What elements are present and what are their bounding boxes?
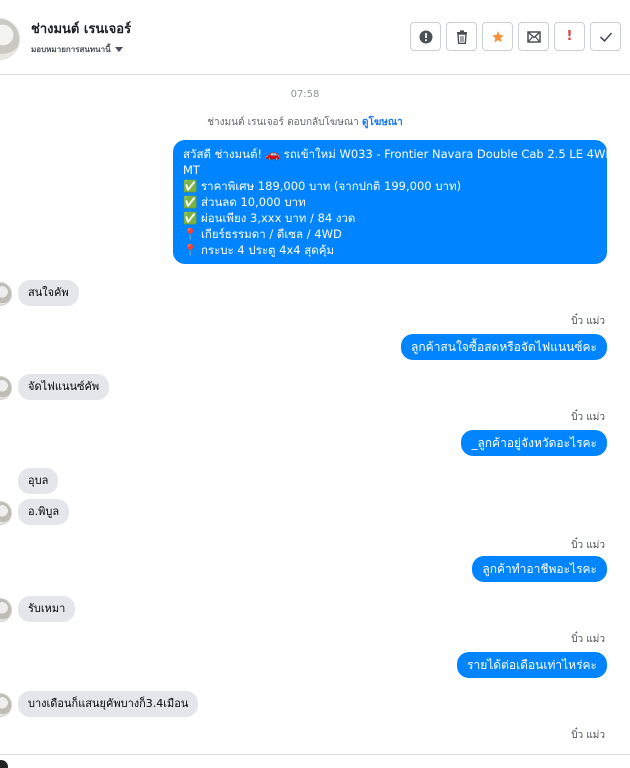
spam-button[interactable]: !: [554, 22, 585, 51]
mail-icon: [526, 30, 541, 43]
contact-avatar[interactable]: [0, 18, 20, 60]
agent-name-label: บิ๋ว แม่ว: [571, 730, 605, 741]
mark-done-button[interactable]: [590, 22, 621, 51]
agent-name-label: บิ๋ว แม่ว: [571, 540, 605, 551]
ad-reply-text: ช่างมนต์ เรนเจอร์ ตอบกลับโฆษณา: [207, 117, 359, 128]
incoming-message[interactable]: บางเดือนก็แสนยุคัพบางก็3.4เมือน: [18, 691, 199, 717]
sender-avatar[interactable]: [0, 693, 12, 717]
ad-message-line: สวัสดี ช่างมนต์! 🚗 รถเข้าใหม่ W033 - Fro…: [183, 147, 615, 161]
ad-reply-notice: ช่างมนต์ เรนเจอร์ ตอบกลับโฆษณา ดูโฆษณา: [0, 115, 610, 130]
ad-message-line: ✅ ส่วนลด 10,000 บาท: [183, 195, 306, 209]
outgoing-message[interactable]: _ลูกค้าอยู่จังหวัดอะไรคะ: [461, 430, 607, 456]
ad-message-line: 📍 กระบะ 4 ประตู 4x4 สุดคุ้ม: [183, 243, 335, 257]
outgoing-message[interactable]: ลูกค้าสนใจซื้อสดหรือจัดไฟแนนซ์คะ: [401, 334, 607, 360]
incoming-message[interactable]: จัดไฟแนนซ์คัพ: [18, 374, 110, 400]
incoming-message[interactable]: รับเหมา: [18, 596, 76, 622]
ad-message-line: ✅ ราคาพิเศษ 189,000 บาท (จากปกติ 199,000…: [183, 179, 462, 193]
assign-conversation-dropdown[interactable]: มอบหมายการสนทนานี้: [31, 43, 123, 56]
ad-message-line: MT: [183, 163, 200, 177]
message-timestamp: 07:58: [290, 89, 320, 100]
assign-label: มอบหมายการสนทนานี้: [31, 45, 111, 54]
star-icon: [491, 30, 504, 42]
ad-message-line: ✅ ผ่อนเพียง 3,xxx บาท / 84 งวด: [183, 211, 356, 225]
conversation-header: ช่างมนต์ เรนเจอร์ มอบหมายการสนทนานี้ !: [0, 0, 630, 75]
info-icon: [419, 30, 432, 43]
mark-unread-button[interactable]: [518, 22, 549, 51]
message-thread[interactable]: 07:58 ช่างมนต์ เรนเจอร์ ตอบกลับโฆษณา ดูโ…: [0, 76, 630, 754]
composer-avatar: [0, 760, 8, 768]
outgoing-message[interactable]: รายได้ต่อเดือนเท่าไหร่คะ: [457, 652, 607, 678]
trash-icon: [456, 29, 467, 44]
agent-name-label: บิ๋ว แม่ว: [571, 412, 605, 423]
composer-divider: [0, 754, 630, 755]
sender-avatar[interactable]: [0, 376, 12, 400]
outgoing-message[interactable]: ลูกค้าทำอาชีพอะไรคะ: [472, 556, 607, 582]
ad-message-line: 📍 เกียร์ธรรมดา / ดีเซล / 4WD: [183, 227, 342, 241]
agent-name-label: บิ๋ว แม่ว: [571, 634, 605, 645]
view-ad-link[interactable]: ดูโฆษณา: [362, 117, 403, 128]
incoming-message[interactable]: อ.พิบูล: [18, 499, 70, 525]
sender-avatar[interactable]: [0, 282, 12, 306]
caret-down-icon: [114, 47, 123, 52]
sender-avatar[interactable]: [0, 598, 12, 622]
agent-name-label: บิ๋ว แม่ว: [571, 316, 605, 327]
contact-name[interactable]: ช่างมนต์ เรนเจอร์: [31, 18, 131, 39]
incoming-message[interactable]: อุบล: [18, 468, 59, 494]
check-icon: [599, 31, 612, 42]
exclamation-icon: !: [566, 29, 573, 44]
ad-message-bubble[interactable]: สวัสดี ช่างมนต์! 🚗 รถเข้าใหม่ W033 - Fro…: [173, 140, 615, 264]
incoming-message[interactable]: สนใจคัพ: [18, 280, 79, 306]
sender-avatar[interactable]: [0, 501, 12, 525]
delete-button[interactable]: [446, 22, 477, 51]
toolbar: !: [410, 22, 621, 51]
star-button[interactable]: [482, 22, 513, 51]
info-button[interactable]: [410, 22, 441, 51]
